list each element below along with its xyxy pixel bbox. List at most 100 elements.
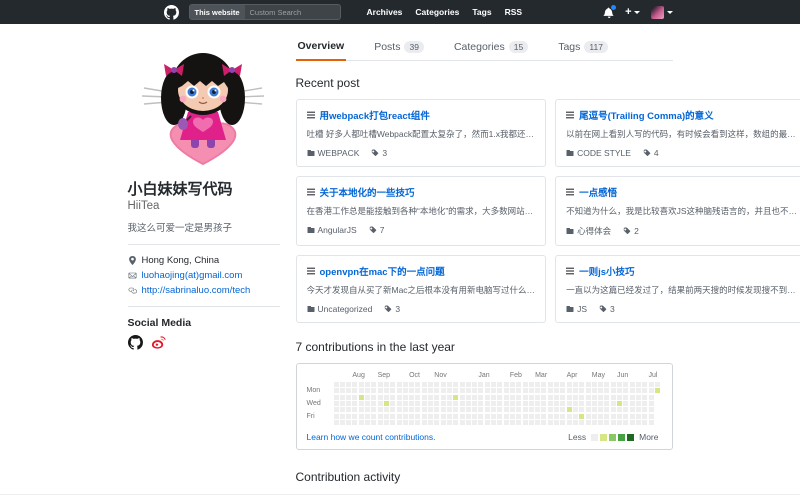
- divider: [128, 244, 280, 245]
- post-title-link[interactable]: 用webpack打包react组件: [320, 108, 430, 122]
- contribution-cell: [548, 414, 553, 419]
- post-card[interactable]: 尾逗号(Trailing Comma)的意义以前在网上看别人写的代码，有时候会看…: [555, 99, 800, 167]
- post-card[interactable]: 一则js小技巧一直以为这篇已经发过了，结果前两天搜的时候发现搜不到… JS 3: [555, 255, 800, 323]
- contribution-cell: [510, 395, 515, 400]
- contribution-cell: [623, 420, 628, 425]
- contribution-cell: [497, 388, 502, 393]
- post-card[interactable]: 关于本地化的一些技巧在香港工作总是能接触到各种“本地化”的需求，大多数网站…An…: [296, 176, 547, 246]
- contribution-cell: [434, 407, 439, 412]
- contribution-cell: [390, 401, 395, 406]
- post-tag-count-label: 2: [634, 226, 639, 236]
- contribution-cell: [523, 388, 528, 393]
- github-logo-icon[interactable]: [164, 5, 179, 20]
- contribution-cell: [598, 382, 603, 387]
- post-title-link[interactable]: 一则js小技巧: [579, 264, 634, 278]
- contribution-cell: [472, 420, 477, 425]
- contribution-cell: [428, 388, 433, 393]
- contribution-cell: [623, 407, 628, 412]
- notifications-bell-icon[interactable]: [603, 7, 614, 18]
- contribution-cell: [397, 395, 402, 400]
- nav-link-rss[interactable]: RSS: [505, 7, 522, 17]
- website-link[interactable]: http://sabrinaluo.com/tech: [142, 285, 251, 296]
- weibo-social-icon[interactable]: [151, 335, 166, 350]
- post-tag-count[interactable]: 4: [643, 148, 659, 158]
- list-icon: [307, 267, 315, 275]
- nav-link-archives[interactable]: Archives: [367, 7, 403, 17]
- post-excerpt: 一直以为这篇已经发过了，结果前两天搜的时候发现搜不到…: [566, 284, 797, 296]
- profile-username: HiiTea: [128, 200, 280, 212]
- contribution-cell: [453, 382, 458, 387]
- email-link[interactable]: luohaojing(at)gmail.com: [142, 270, 243, 281]
- post-card-title[interactable]: 关于本地化的一些技巧: [307, 185, 536, 199]
- post-card-title[interactable]: 用webpack打包react组件: [307, 108, 536, 122]
- tab-posts[interactable]: Posts39: [372, 36, 426, 60]
- contribution-cell: [630, 401, 635, 406]
- post-card-title[interactable]: 一则js小技巧: [566, 264, 797, 278]
- post-category-label: CODE STYLE: [577, 148, 631, 158]
- contribution-cell: [340, 401, 345, 406]
- contribution-cell: [535, 407, 540, 412]
- post-tag-count[interactable]: 3: [599, 304, 615, 314]
- tab-tags[interactable]: Tags117: [556, 36, 610, 60]
- contribution-cell: [409, 414, 414, 419]
- search-input[interactable]: [245, 8, 340, 17]
- post-card[interactable]: 一点感悟不知道为什么，我是比较喜欢JS这种脑残语言的，并且也不…心得体会2: [555, 176, 800, 246]
- profile-location: Hong Kong, China: [128, 255, 280, 266]
- post-card-title[interactable]: 尾逗号(Trailing Comma)的意义: [566, 108, 797, 122]
- post-category[interactable]: Uncategorized: [307, 304, 373, 314]
- post-tag-count[interactable]: 3: [384, 304, 400, 314]
- contribution-cell: [346, 420, 351, 425]
- contribution-cell: [447, 401, 452, 406]
- post-category[interactable]: WEBPACK: [307, 148, 360, 158]
- post-card[interactable]: openvpn在mac下的一点问题今天才发现自从买了新Mac之后根本没有用新电脑…: [296, 255, 547, 323]
- contribution-cell: [611, 420, 616, 425]
- contribution-cell: [623, 395, 628, 400]
- tab-label: Overview: [298, 40, 345, 52]
- post-card-title[interactable]: 一点感悟: [566, 185, 797, 199]
- page: This website ArchivesCategoriesTagsRSS +: [0, 0, 800, 500]
- contribution-cell: [504, 395, 509, 400]
- contribution-cell: [409, 382, 414, 387]
- post-card[interactable]: 用webpack打包react组件吐槽 好多人都吐槽Webpack配置太复杂了，…: [296, 99, 547, 167]
- nav-link-categories[interactable]: Categories: [415, 7, 459, 17]
- contribution-cell: [378, 388, 383, 393]
- post-title-link[interactable]: 一点感悟: [579, 185, 617, 199]
- post-tag-count[interactable]: 2: [623, 226, 639, 236]
- post-title-link[interactable]: openvpn在mac下的一点问题: [320, 264, 445, 278]
- contribution-cell: [617, 388, 622, 393]
- post-category[interactable]: AngularJS: [307, 225, 357, 235]
- post-category[interactable]: 心得体会: [566, 225, 611, 237]
- post-title-link[interactable]: 尾逗号(Trailing Comma)的意义: [579, 108, 714, 122]
- contribution-cell: [334, 388, 339, 393]
- contribution-cell: [642, 395, 647, 400]
- contribution-cell: [529, 382, 534, 387]
- learn-contributions-link[interactable]: Learn how we count contributions.: [307, 432, 436, 442]
- post-tag-count[interactable]: 7: [369, 225, 385, 235]
- legend-swatch: [591, 434, 598, 441]
- contribution-cell: [422, 414, 427, 419]
- legend-swatch: [609, 434, 616, 441]
- nav-link-tags[interactable]: Tags: [472, 7, 491, 17]
- post-category[interactable]: CODE STYLE: [566, 148, 631, 158]
- tab-label: Posts: [374, 41, 400, 53]
- post-title-link[interactable]: 关于本地化的一些技巧: [320, 185, 415, 199]
- folder-icon: [307, 226, 315, 234]
- profile-email: luohaojing(at)gmail.com: [128, 270, 280, 281]
- create-new-button[interactable]: +: [625, 6, 639, 18]
- tag-icon: [384, 305, 392, 313]
- tag-icon: [599, 305, 607, 313]
- post-card-title[interactable]: openvpn在mac下的一点问题: [307, 264, 536, 278]
- tab-categories[interactable]: Categories15: [452, 36, 530, 60]
- post-tag-count[interactable]: 3: [371, 148, 387, 158]
- user-menu[interactable]: [651, 6, 673, 19]
- contribution-cell: [604, 407, 609, 412]
- contribution-cell: [453, 407, 458, 412]
- contribution-cell: [497, 414, 502, 419]
- contribution-cell: [560, 414, 565, 419]
- contribution-cell: [649, 388, 654, 393]
- post-category[interactable]: JS: [566, 304, 587, 314]
- contribution-cell: [453, 395, 458, 400]
- contribution-cell: [352, 395, 357, 400]
- github-social-icon[interactable]: [128, 335, 143, 350]
- tab-overview[interactable]: Overview: [296, 36, 347, 61]
